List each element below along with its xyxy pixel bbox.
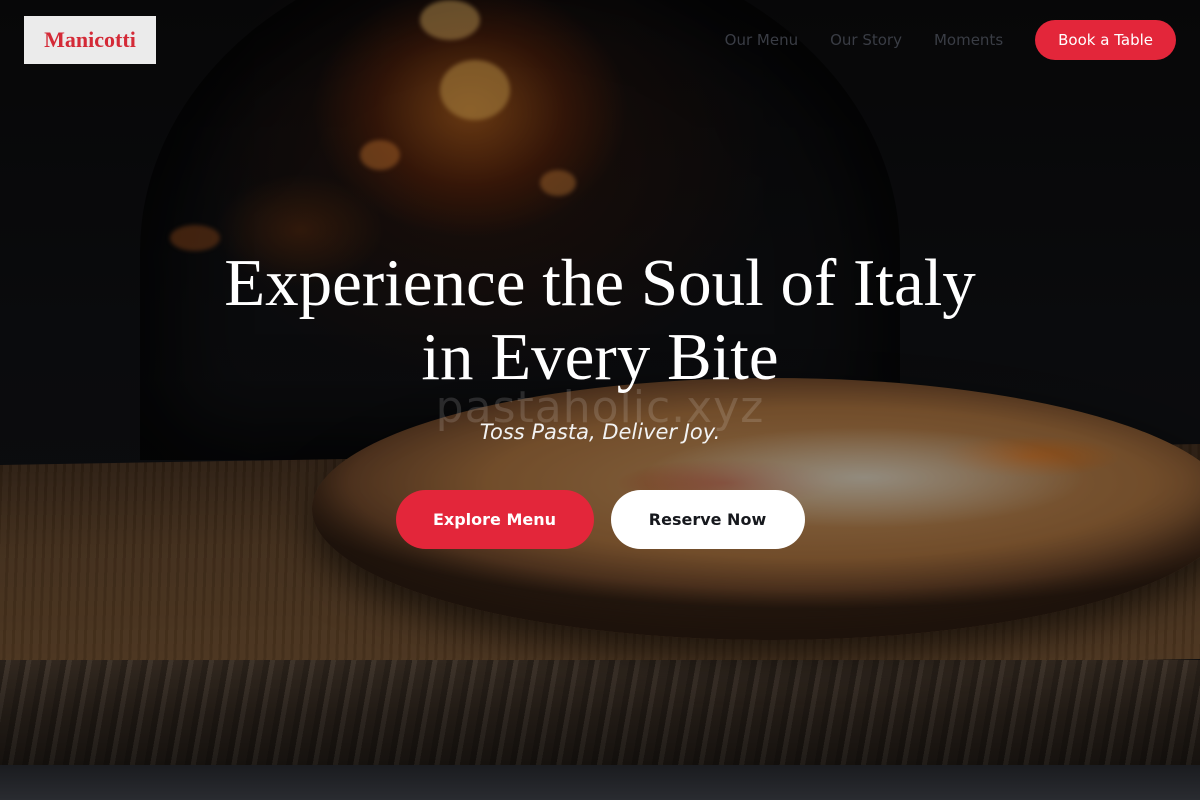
brand-logo-text: Manicotti xyxy=(44,27,136,52)
brand-logo[interactable]: Manicotti xyxy=(24,16,156,64)
hero-headline: Experience the Soul of Italy in Every Bi… xyxy=(0,246,1200,394)
hero-cta-group: Explore Menu Reserve Now xyxy=(0,490,1200,549)
nav-link-our-story[interactable]: Our Story xyxy=(830,31,902,49)
hero-tagline: Toss Pasta, Deliver Joy. xyxy=(479,420,721,444)
nav-link-moments[interactable]: Moments xyxy=(934,31,1003,49)
book-table-button[interactable]: Book a Table xyxy=(1035,20,1176,60)
explore-menu-button[interactable]: Explore Menu xyxy=(395,490,594,549)
hero-headline-line1: Experience the Soul of Italy xyxy=(224,246,976,320)
main-nav: Our Menu Our Story Moments Book a Table xyxy=(725,20,1176,60)
reserve-now-button[interactable]: Reserve Now xyxy=(610,490,805,549)
nav-link-our-menu[interactable]: Our Menu xyxy=(725,31,798,49)
